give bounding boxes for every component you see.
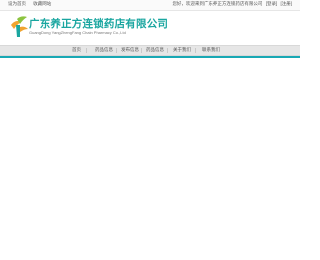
site-logo[interactable]: 广东养正方连锁药店有限公司 GuangDong YangZhengFang Ch… — [8, 15, 168, 39]
nav-item-publish-info[interactable]: 发布信息 — [121, 47, 139, 53]
leaf-logo-icon — [11, 16, 28, 37]
set-homepage-link[interactable]: 设为首页 — [8, 1, 26, 6]
bookmark-site-link[interactable]: 收藏网站 — [33, 1, 51, 6]
welcome-text: 您好，欢迎来到广东养正方连锁药店有限公司 — [172, 1, 263, 6]
page: 设为首页 收藏网站 您好，欢迎来到广东养正方连锁药店有限公司 [登录] [注册]… — [0, 0, 300, 260]
nav-item-drug-info-2[interactable]: 药品信息 — [146, 47, 164, 53]
top-left-links: 设为首页 收藏网站 — [8, 1, 57, 7]
top-right-info: 您好，欢迎来到广东养正方连锁药店有限公司 [登录] [注册] — [172, 1, 292, 7]
company-english-name: GuangDong YangZhengFang Chain Pharmacy C… — [29, 30, 126, 35]
company-name: 广东养正方连锁药店有限公司 — [29, 18, 169, 30]
nav-item-contact-us[interactable]: 联系我们 — [202, 47, 220, 53]
nav-item-about-us[interactable]: 关于我们 — [173, 47, 191, 53]
nav-divider — [141, 48, 142, 53]
nav-divider — [116, 48, 117, 53]
top-utility-bar: 设为首页 收藏网站 您好，欢迎来到广东养正方连锁药店有限公司 [登录] [注册] — [0, 0, 300, 11]
register-link[interactable]: [注册] — [280, 1, 292, 6]
main-navigation: 首页 药品信息 发布信息 药品信息 关于我们 联系我们 — [0, 45, 300, 56]
nav-item-home[interactable]: 首页 — [72, 47, 81, 53]
nav-divider — [195, 48, 196, 53]
nav-item-drug-info[interactable]: 药品信息 — [95, 47, 113, 53]
nav-divider — [86, 48, 87, 53]
nav-divider — [167, 48, 168, 53]
login-link[interactable]: [登录] — [266, 1, 278, 6]
main-divider-bar — [0, 56, 300, 58]
